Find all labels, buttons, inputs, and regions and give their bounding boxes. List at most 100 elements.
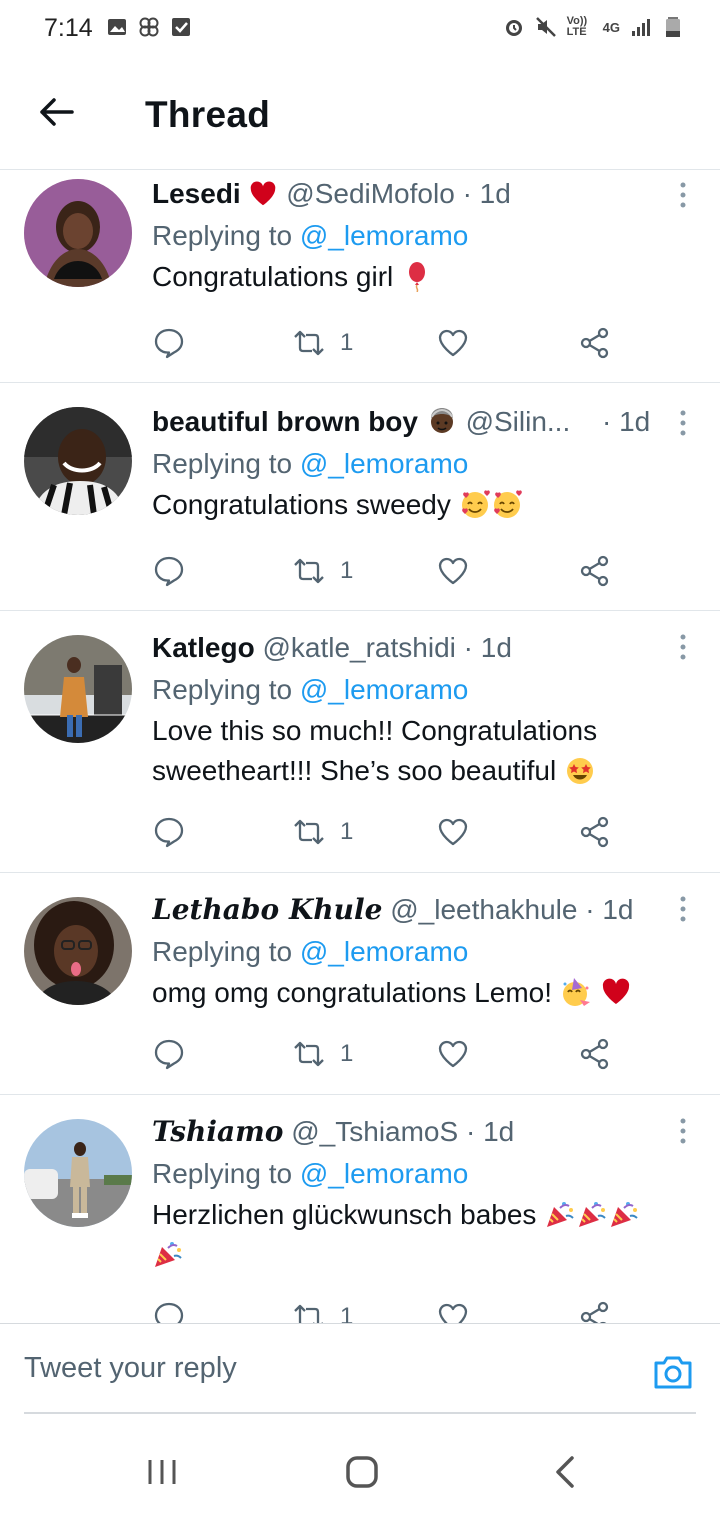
mention-link[interactable]: @_lemoramo bbox=[300, 220, 468, 251]
reply-input-underline bbox=[24, 1412, 696, 1414]
separator-dot: · bbox=[465, 1116, 476, 1147]
display-name[interactable]: Lesedi bbox=[152, 178, 241, 209]
header: Thread bbox=[0, 62, 720, 170]
avatar[interactable] bbox=[24, 635, 132, 743]
like-button[interactable] bbox=[436, 1297, 470, 1323]
replying-to-label: Replying to bbox=[152, 936, 293, 967]
reply-button[interactable] bbox=[152, 323, 186, 363]
status-time: 7:14 bbox=[44, 14, 93, 42]
page-title: Thread bbox=[145, 94, 271, 135]
avatar[interactable] bbox=[24, 1119, 132, 1227]
party-popper-emoji bbox=[547, 1202, 574, 1227]
back-arrow-icon[interactable] bbox=[36, 92, 76, 132]
tweet-text: Congratulations sweedy bbox=[152, 485, 700, 525]
user-handle[interactable]: @_TshiamoS bbox=[291, 1116, 458, 1147]
mention-link[interactable]: @_lemoramo bbox=[300, 936, 468, 967]
share-button[interactable] bbox=[578, 323, 612, 363]
replying-to-label: Replying to bbox=[152, 448, 293, 479]
share-icon bbox=[580, 1038, 609, 1070]
tweet-time[interactable]: 1d bbox=[483, 1116, 514, 1147]
tweet[interactable]: Tshiamo @_TshiamoS · 1d Replying to @_le… bbox=[0, 1095, 720, 1323]
partying-face-emoji bbox=[562, 978, 590, 1006]
retweet-button[interactable]: 1 bbox=[292, 812, 353, 852]
more-options-icon[interactable] bbox=[678, 895, 688, 923]
tweet-time[interactable]: 1d bbox=[602, 894, 633, 925]
user-handle[interactable]: @katle_ratshidi bbox=[262, 632, 455, 663]
tweet-header: Katlego @katle_ratshidi · 1d bbox=[152, 631, 700, 665]
tweet-text: Love this so much!! Congratulations swee… bbox=[152, 711, 700, 791]
share-button[interactable] bbox=[578, 812, 612, 852]
mute-icon bbox=[535, 17, 556, 37]
tweet-time[interactable]: 1d bbox=[480, 178, 511, 209]
star-struck-emoji bbox=[566, 758, 593, 784]
tweet-text: omg omg congratulations Lemo! bbox=[152, 973, 700, 1013]
balloon-icon bbox=[409, 262, 426, 292]
user-handle[interactable]: @Silin... bbox=[466, 406, 571, 437]
avatar[interactable] bbox=[24, 897, 132, 1005]
alarm-icon bbox=[505, 20, 522, 36]
tweet-text-content: omg omg congratulations Lemo! bbox=[152, 977, 552, 1008]
like-button[interactable] bbox=[436, 1034, 470, 1074]
display-name[interactable]: Lethabo Khule bbox=[152, 893, 382, 926]
tweet[interactable]: beautiful brown boy @Silin... · 1d Reply… bbox=[0, 383, 720, 611]
display-name[interactable]: Tshiamo bbox=[152, 1115, 283, 1148]
separator-dot: · bbox=[602, 406, 612, 437]
mention-link[interactable]: @_lemoramo bbox=[300, 1158, 468, 1189]
retweet-button[interactable]: 1 bbox=[292, 1297, 353, 1323]
reply-button[interactable] bbox=[152, 551, 186, 591]
tweet-time[interactable]: 1d bbox=[481, 632, 512, 663]
tweet-text-content: Congratulations sweedy bbox=[152, 489, 451, 520]
retweet-button[interactable]: 1 bbox=[292, 323, 353, 363]
share-button[interactable] bbox=[578, 551, 612, 591]
more-options-icon[interactable] bbox=[678, 1117, 688, 1145]
user-handle[interactable]: @SediMofolo bbox=[286, 178, 455, 209]
reply-input[interactable]: Tweet your reply bbox=[24, 1352, 237, 1385]
retweet-button[interactable]: 1 bbox=[292, 1034, 353, 1074]
mention-link[interactable]: @_lemoramo bbox=[300, 448, 468, 479]
display-name[interactable]: Katlego bbox=[152, 632, 255, 663]
avatar[interactable] bbox=[24, 179, 132, 287]
signal-icon bbox=[632, 19, 650, 36]
mention-link[interactable]: @_lemoramo bbox=[300, 674, 468, 705]
replying-to-label: Replying to bbox=[152, 220, 293, 251]
reply-button[interactable] bbox=[152, 1297, 186, 1323]
retweet-icon bbox=[294, 1041, 324, 1067]
replying-to: Replying to @_lemoramo bbox=[152, 219, 700, 253]
tweet-time[interactable]: 1d bbox=[619, 406, 650, 437]
reply-icon bbox=[154, 817, 184, 848]
tweet[interactable]: Katlego @katle_ratshidi · 1d Replying to… bbox=[0, 611, 720, 873]
display-name[interactable]: beautiful brown boy bbox=[152, 406, 418, 437]
like-button[interactable] bbox=[436, 551, 470, 591]
boy-emoji-icon bbox=[430, 408, 453, 433]
separator-dot: · bbox=[463, 632, 473, 663]
image-icon bbox=[108, 19, 126, 35]
share-button[interactable] bbox=[578, 1034, 612, 1074]
battery-icon bbox=[666, 17, 680, 37]
tweet-feed[interactable]: Lesedi @SediMofolo · 1d Replying to @_le… bbox=[0, 171, 720, 1323]
tweet-text-line-2 bbox=[152, 1235, 700, 1275]
replying-to: Replying to @_lemoramo bbox=[152, 935, 700, 969]
smiling-hearts-emoji bbox=[461, 490, 490, 518]
back-nav-icon[interactable] bbox=[546, 1452, 586, 1492]
recent-apps-icon[interactable] bbox=[142, 1452, 182, 1492]
replying-to-label: Replying to bbox=[152, 674, 293, 705]
reply-button[interactable] bbox=[152, 812, 186, 852]
heart-outline-icon bbox=[438, 1303, 468, 1323]
like-button[interactable] bbox=[436, 323, 470, 363]
retweet-button[interactable]: 1 bbox=[292, 551, 353, 591]
camera-icon[interactable] bbox=[652, 1352, 694, 1392]
more-options-icon[interactable] bbox=[678, 633, 688, 661]
heart-outline-icon bbox=[438, 557, 468, 585]
reply-button[interactable] bbox=[152, 1034, 186, 1074]
user-handle[interactable]: @_leethakhule bbox=[390, 894, 577, 925]
tweet-actions: 1 bbox=[152, 812, 632, 852]
more-options-icon[interactable] bbox=[678, 409, 688, 437]
like-button[interactable] bbox=[436, 812, 470, 852]
home-icon[interactable] bbox=[342, 1452, 382, 1492]
tweet-text-line-2: sweetheart!!! She’s soo beautiful bbox=[152, 751, 700, 791]
avatar[interactable] bbox=[24, 407, 132, 515]
tweet[interactable]: Lesedi @SediMofolo · 1d Replying to @_le… bbox=[0, 171, 720, 383]
share-button[interactable] bbox=[578, 1297, 612, 1323]
more-options-icon[interactable] bbox=[678, 181, 688, 209]
tweet[interactable]: Lethabo Khule @_leethakhule · 1d Replyin… bbox=[0, 873, 720, 1095]
